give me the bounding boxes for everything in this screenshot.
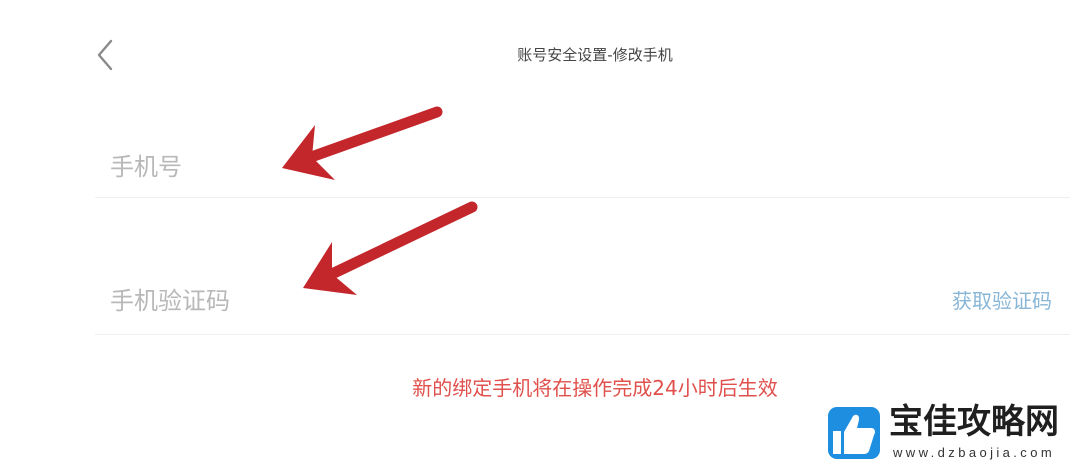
back-button[interactable] <box>92 38 118 72</box>
get-code-button[interactable]: 获取验证码 <box>952 288 1070 314</box>
thumbs-up-icon <box>828 407 880 459</box>
header: 账号安全设置-修改手机 <box>0 0 1075 110</box>
phone-input[interactable] <box>95 146 1070 187</box>
chevron-left-icon <box>97 39 113 71</box>
watermark-name: 宝佳攻略网 <box>889 402 1059 442</box>
notice-text: 新的绑定手机将在操作完成24小时后生效 <box>412 376 778 400</box>
arrow-shaft <box>328 201 478 279</box>
watermark-url: www.dzbaojia.com <box>893 445 1056 460</box>
phone-settings-screen: 账号安全设置-修改手机 获取验证码 新的绑定手机将在操作完成24小时后生效 宝佳… <box>0 0 1075 463</box>
verification-code-input[interactable] <box>95 281 952 321</box>
page-title: 账号安全设置-修改手机 <box>517 46 673 64</box>
code-field-row: 获取验证码 <box>95 268 1070 335</box>
phone-field-row <box>95 136 1070 198</box>
